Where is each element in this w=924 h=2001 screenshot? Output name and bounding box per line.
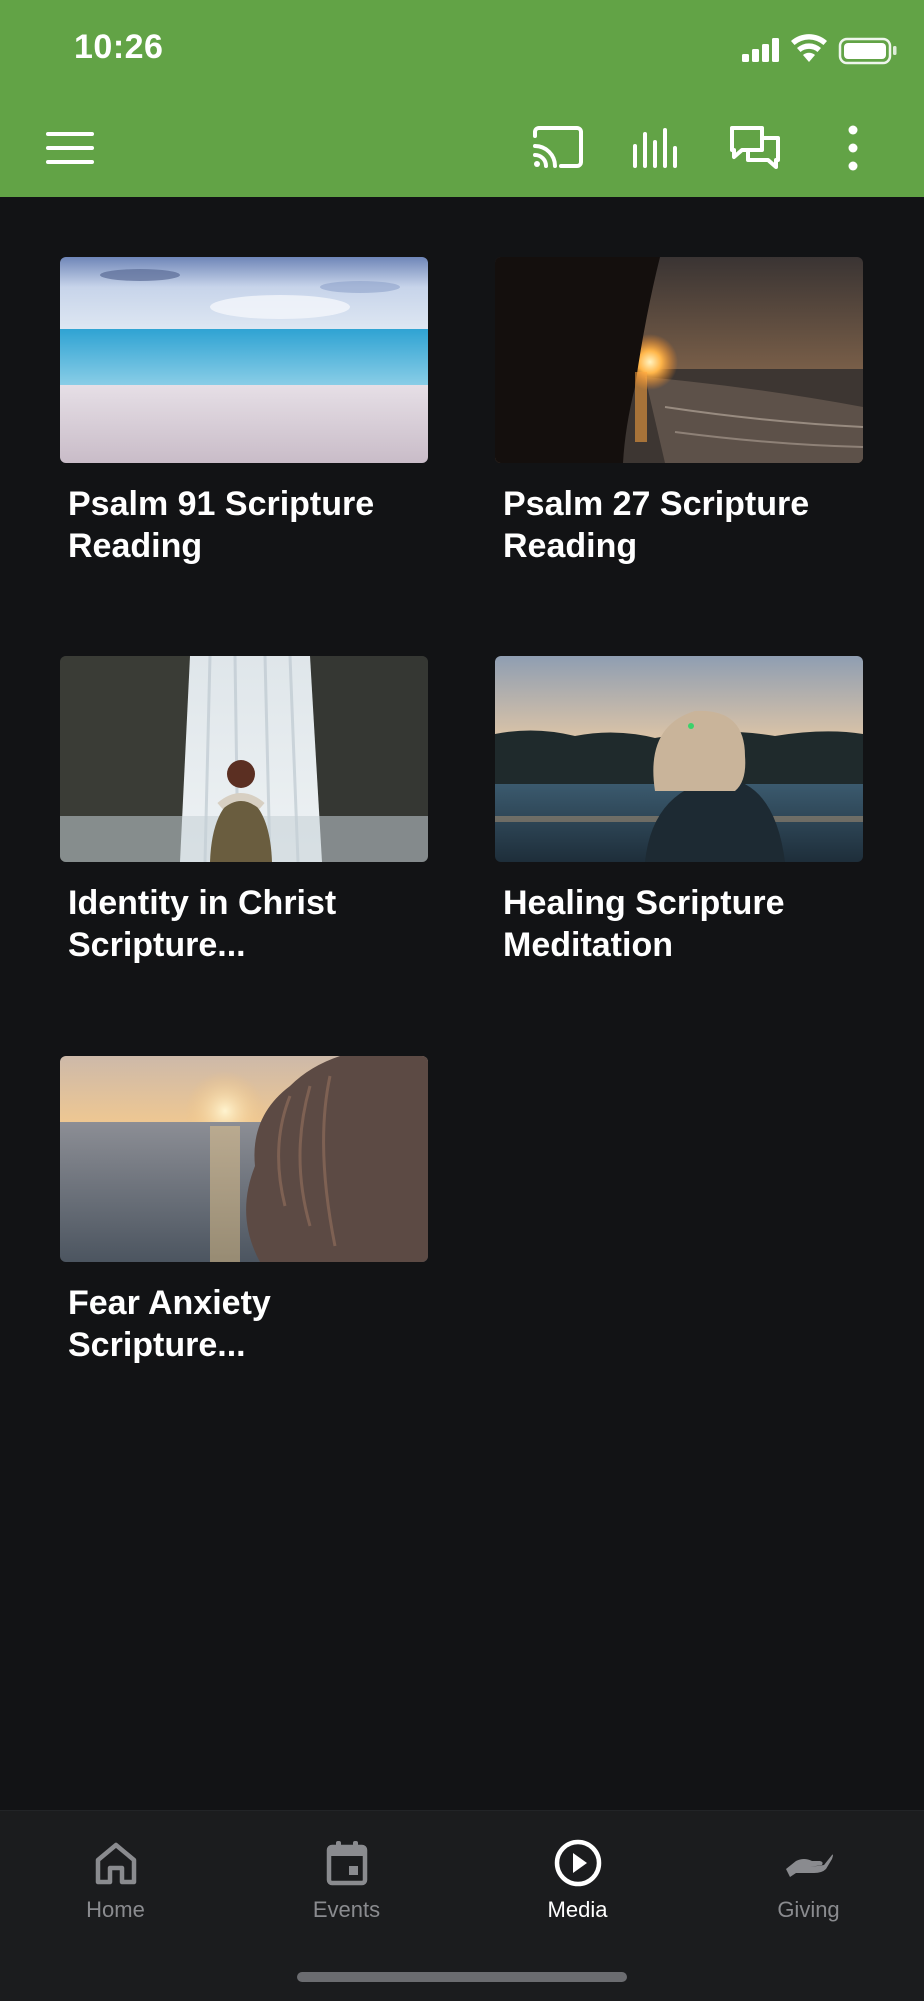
sunset-shoreline-image xyxy=(495,257,863,463)
cast-button[interactable] xyxy=(526,116,590,180)
audio-bars-icon xyxy=(633,128,677,168)
nav-label: Media xyxy=(547,1897,608,1922)
menu-button[interactable] xyxy=(38,116,102,180)
more-options-button[interactable] xyxy=(821,116,885,180)
hair-sea-sunset-image xyxy=(60,1056,428,1262)
nav-item-media[interactable]: Media xyxy=(462,1811,693,1961)
play-circle-icon xyxy=(550,1835,606,1891)
chat-icon xyxy=(730,126,780,169)
home-indicator xyxy=(297,1972,627,1982)
media-card[interactable]: Psalm 91 Scripture Reading xyxy=(60,257,428,567)
nav-item-home[interactable]: Home xyxy=(0,1811,231,1961)
app-header: 10:26 xyxy=(0,0,924,197)
nav-label: Home xyxy=(86,1897,145,1922)
wifi-icon xyxy=(791,34,827,62)
battery-icon xyxy=(838,37,897,65)
media-title: Fear Anxiety Scripture... xyxy=(68,1284,271,1364)
status-icons xyxy=(742,34,897,65)
home-icon xyxy=(88,1835,144,1891)
chat-button[interactable] xyxy=(723,116,787,180)
calendar-icon xyxy=(319,1835,375,1891)
media-title: Healing Scripture Meditation xyxy=(503,884,785,964)
cellular-signal-icon xyxy=(742,38,779,62)
more-vertical-icon xyxy=(848,125,858,171)
waterfall-person-image xyxy=(60,656,428,862)
media-card[interactable]: Healing Scripture Meditation xyxy=(495,656,863,966)
giving-hand-icon xyxy=(781,1835,837,1891)
media-card[interactable]: Identity in Christ Scripture... xyxy=(60,656,428,966)
media-title: Identity in Christ Scripture... xyxy=(68,884,337,964)
media-title: Psalm 91 Scripture Reading xyxy=(68,485,375,565)
media-title: Psalm 27 Scripture Reading xyxy=(503,485,810,565)
cast-icon xyxy=(533,126,583,168)
audio-button[interactable] xyxy=(624,116,688,180)
beach-ocean-image xyxy=(60,257,428,463)
woman-lake-sunset-image xyxy=(495,656,863,862)
nav-item-events[interactable]: Events xyxy=(231,1811,462,1961)
menu-icon xyxy=(46,132,94,164)
media-card[interactable]: Fear Anxiety Scripture... xyxy=(60,1056,428,1366)
media-card[interactable]: Psalm 27 Scripture Reading xyxy=(495,257,863,567)
nav-item-giving[interactable]: Giving xyxy=(693,1811,924,1961)
nav-label: Events xyxy=(312,1897,381,1922)
nav-label: Giving xyxy=(777,1897,840,1922)
